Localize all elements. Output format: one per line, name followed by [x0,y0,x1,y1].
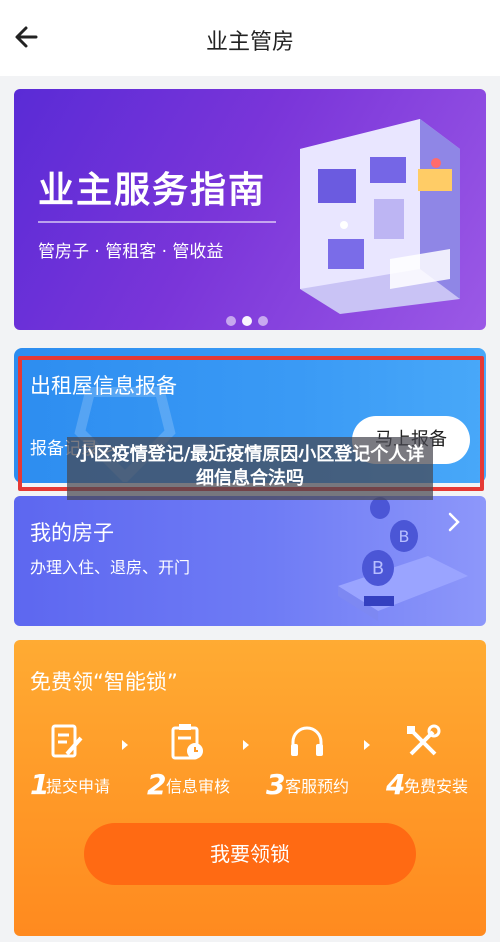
step-label: 客服预约 [285,777,350,796]
step-arrow-icon [122,740,128,750]
edit-form-icon [51,724,83,758]
banner-title: 业主服务指南 [38,170,267,211]
step-label: 信息审核 [166,777,231,796]
page-title: 业主管房 [205,30,294,55]
top-nav-bar: 业主管房 [0,0,500,76]
step-number: 2 [147,768,167,801]
guide-banner[interactable]: 业主服务指南 管房子 · 管租客 · 管收益 [14,89,486,330]
banner-divider [38,221,276,223]
svg-text:B: B [372,558,384,579]
carousel-dot-active[interactable] [242,316,252,326]
building-illustration-icon [300,119,460,314]
step-label: 提交申请 [46,777,111,796]
clipboard-clock-icon [171,724,203,760]
carousel-dot[interactable] [258,316,268,326]
chevron-right-icon[interactable] [446,510,462,534]
my-house-subtitle: 办理入住、退房、开门 [30,558,191,577]
overlay-caption: 小区疫情登记/最近疫情原因小区登记个人详细信息合法吗 [67,437,433,500]
step-label: 免费安装 [404,777,469,796]
carousel-dots [226,316,268,326]
smart-lock-title: 免费领“智能锁” [30,670,178,694]
step-arrow-icon [243,740,249,750]
carousel-dot[interactable] [226,316,236,326]
claim-lock-button[interactable]: 我要领锁 [84,823,416,885]
step-number: 4 [386,768,406,801]
step-arrow-icon [364,740,370,750]
svg-text:B: B [399,527,410,546]
step-number: 3 [266,768,286,801]
my-house-title: 我的房子 [30,521,114,545]
banner-subtitle: 管房子 · 管租客 · 管收益 [38,242,224,262]
headset-icon [291,726,323,756]
tools-icon [407,724,441,756]
